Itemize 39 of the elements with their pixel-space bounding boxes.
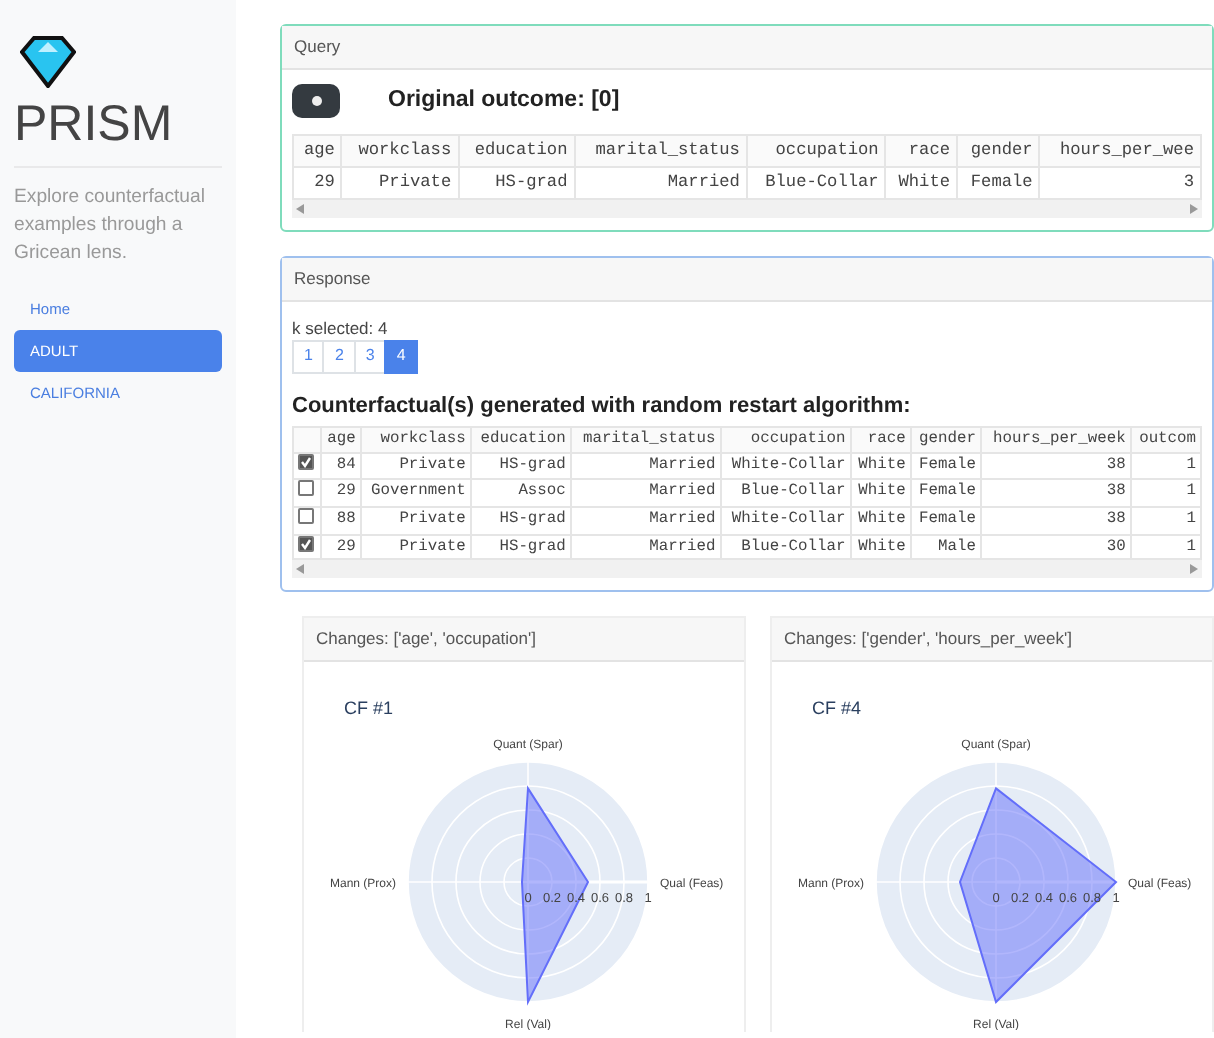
table-cell: Female xyxy=(957,166,1040,199)
column-header: education xyxy=(458,135,575,167)
page-button[interactable]: 4 xyxy=(384,340,418,374)
chart-title: CF #4 xyxy=(812,698,862,719)
column-header: workclass xyxy=(341,135,459,167)
column-header: age xyxy=(293,135,342,167)
column-header: occupation xyxy=(746,135,886,167)
diamond-icon xyxy=(20,36,76,88)
table-cell: Blue-Collar xyxy=(746,166,886,199)
section-heading: Counterfactual(s) generated with random restart algorithm: xyxy=(292,391,913,422)
checkbox[interactable] xyxy=(298,454,315,471)
table-cell: White xyxy=(885,166,958,199)
page-button[interactable]: 2 xyxy=(322,340,356,374)
column-header: marital_status xyxy=(574,135,747,167)
dot-icon xyxy=(311,95,321,106)
table-cell: Private xyxy=(341,166,459,199)
column-header: gender xyxy=(957,135,1040,167)
table-cell: Married xyxy=(574,166,747,199)
card-header: Changes: ['gender', 'hours_per_week'] xyxy=(772,618,1212,663)
app-description: Explore counterfactual examples through a Gricean lens. xyxy=(14,184,207,268)
card-header: Response xyxy=(282,257,1212,302)
scroll-left-icon[interactable] xyxy=(296,203,304,214)
scroll-left-icon[interactable] xyxy=(296,564,304,575)
card-header: Changes: ['age', 'occupation'] xyxy=(304,618,744,663)
table-cell: 29 xyxy=(293,166,342,199)
app-title: PRISM xyxy=(14,100,175,150)
table-cell: HS-grad xyxy=(458,166,575,199)
card-header: Query xyxy=(282,26,1212,70)
chart-title: CF #1 xyxy=(344,698,394,719)
column-header: race xyxy=(885,135,958,167)
outcome-heading: Original outcome: [0] xyxy=(388,85,620,116)
scroll-right-icon[interactable] xyxy=(1190,564,1198,575)
run-button[interactable] xyxy=(292,83,340,118)
page-button[interactable]: 1 xyxy=(292,340,325,374)
column-header: hours_per_wee xyxy=(1039,135,1201,167)
k-label: k selected: 4 xyxy=(292,315,390,341)
scroll-right-icon[interactable] xyxy=(1190,203,1198,214)
table-cell: 3 xyxy=(1039,166,1201,199)
horizontal-scrollbar[interactable] xyxy=(292,560,1202,579)
